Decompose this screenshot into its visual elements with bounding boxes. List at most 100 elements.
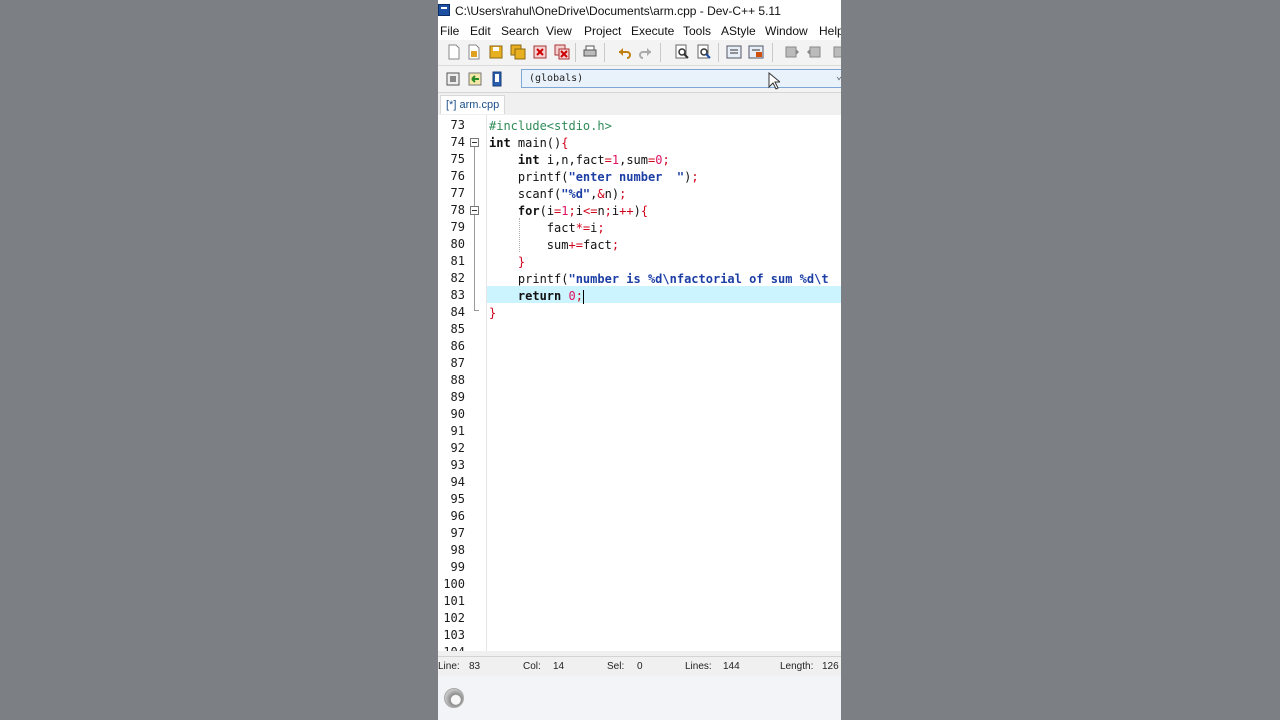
code-line: int i,n,fact=1,sum=0; [517,153,670,167]
line-number: 79 [450,220,465,234]
status-col-label: Col: [523,661,541,672]
status-lines-value: 144 [723,661,740,672]
tab-arm-cpp[interactable]: [*] arm.cpp [440,95,506,114]
unindent-icon[interactable] [806,44,822,60]
devcpp-window: C:\Users\rahul\OneDrive\Documents\arm.cp… [438,0,841,720]
close-all-icon[interactable] [554,44,570,60]
line-number: 73 [450,118,465,132]
code-line: for(i=1;i<=n;i++){ [517,204,649,218]
status-sel-value: 0 [637,661,643,672]
menu-project[interactable]: Project [584,24,621,38]
line-number: 77 [450,186,465,200]
find-icon[interactable] [674,44,690,60]
toolbar-separator [604,43,605,62]
code-line: printf("number is %d\nfactorial of sum %… [489,272,829,286]
redo-icon[interactable] [638,44,654,60]
menu-window[interactable]: Window [765,24,808,38]
status-length-value: 126 [822,661,839,672]
fold-end [474,310,479,311]
toolbar-separator [575,43,576,62]
line-number: 80 [450,237,465,251]
close-icon[interactable] [532,44,548,60]
menu-view[interactable]: View [546,24,572,38]
compile-icon[interactable] [444,688,464,708]
menu-help[interactable]: Help [819,24,841,38]
line-number: 102 [443,611,465,625]
line-number: 76 [450,169,465,183]
mouse-pointer-icon [768,72,780,90]
open-icon[interactable] [466,44,482,60]
menu-bar: File Edit Search View Project Execute To… [438,22,841,40]
file-tab-bar: [*] arm.cpp [438,93,841,115]
goto-declaration-icon[interactable] [467,71,483,87]
code-line: } [489,306,497,320]
fold-main-icon[interactable] [470,138,479,147]
status-line-value: 83 [469,661,481,672]
scope-combo[interactable]: (globals) ⌄ [521,69,841,88]
code-line: fact*=i; [489,221,605,235]
line-number: 75 [450,152,465,166]
line-number: 100 [443,577,465,591]
bookmark-icon[interactable] [489,71,505,87]
devcpp-app-icon [438,4,450,16]
code-line: printf("enter number "); [489,170,699,184]
menu-astyle[interactable]: AStyle [721,24,756,38]
bottom-panel [438,676,841,720]
more-toolbar-icon[interactable] [832,44,841,60]
line-number: 104 [443,645,465,651]
indent-icon[interactable] [784,44,800,60]
code-line: return 0; [517,289,584,304]
class-toolbar: (globals) ⌄ [438,66,841,93]
line-number: 91 [450,424,465,438]
menu-execute[interactable]: Execute [631,24,674,38]
line-number: 81 [450,254,465,268]
line-number: 89 [450,390,465,404]
new-file-icon[interactable] [446,44,462,60]
save-icon[interactable] [488,44,504,60]
code-line: int main(){ [489,136,569,150]
menu-tools[interactable]: Tools [683,24,711,38]
toolbar-separator [660,43,661,62]
line-number: 98 [450,543,465,557]
line-number: 95 [450,492,465,506]
menu-edit[interactable]: Edit [470,24,491,38]
text-caret [582,289,584,304]
line-number: 87 [450,356,465,370]
fold-for-icon[interactable] [470,206,479,215]
code-editor[interactable]: 73 74 75 76 77 78 79 80 81 82 83 84 85 8… [438,115,841,651]
line-number: 74 [450,135,465,149]
line-number: 97 [450,526,465,540]
right-backdrop [841,0,1280,720]
toolbar-separator [772,43,773,62]
status-sel-label: Sel: [607,661,625,672]
code-line: #include<stdio.h> [489,119,612,133]
line-number: 103 [443,628,465,642]
line-number: 94 [450,475,465,489]
title-bar: C:\Users\rahul\OneDrive\Documents\arm.cp… [438,0,841,22]
save-all-icon[interactable] [510,44,526,60]
print-icon[interactable] [582,44,598,60]
line-number: 82 [450,271,465,285]
code-line: } [517,255,526,269]
status-length-label: Length: [780,661,814,672]
fold-guide [474,147,475,310]
chevron-down-icon[interactable]: ⌄ [836,71,841,82]
line-number: 99 [450,560,465,574]
line-number: 78 [450,203,465,217]
main-toolbar [438,40,841,66]
menu-search[interactable]: Search [501,24,539,38]
line-number: 86 [450,339,465,353]
toolbar-separator [718,43,719,62]
line-number: 85 [450,322,465,336]
line-number: 84 [450,305,465,319]
menu-file[interactable]: File [440,24,459,38]
class-browser-icon[interactable] [445,71,461,87]
status-line-label: Line: [438,661,460,672]
code-line: sum+=fact; [489,238,620,252]
goto-icon[interactable] [726,44,742,60]
line-number: 83 [450,288,465,302]
toggle-icon[interactable] [748,44,764,60]
undo-icon[interactable] [616,44,632,60]
line-number: 96 [450,509,465,523]
replace-icon[interactable] [696,44,712,60]
